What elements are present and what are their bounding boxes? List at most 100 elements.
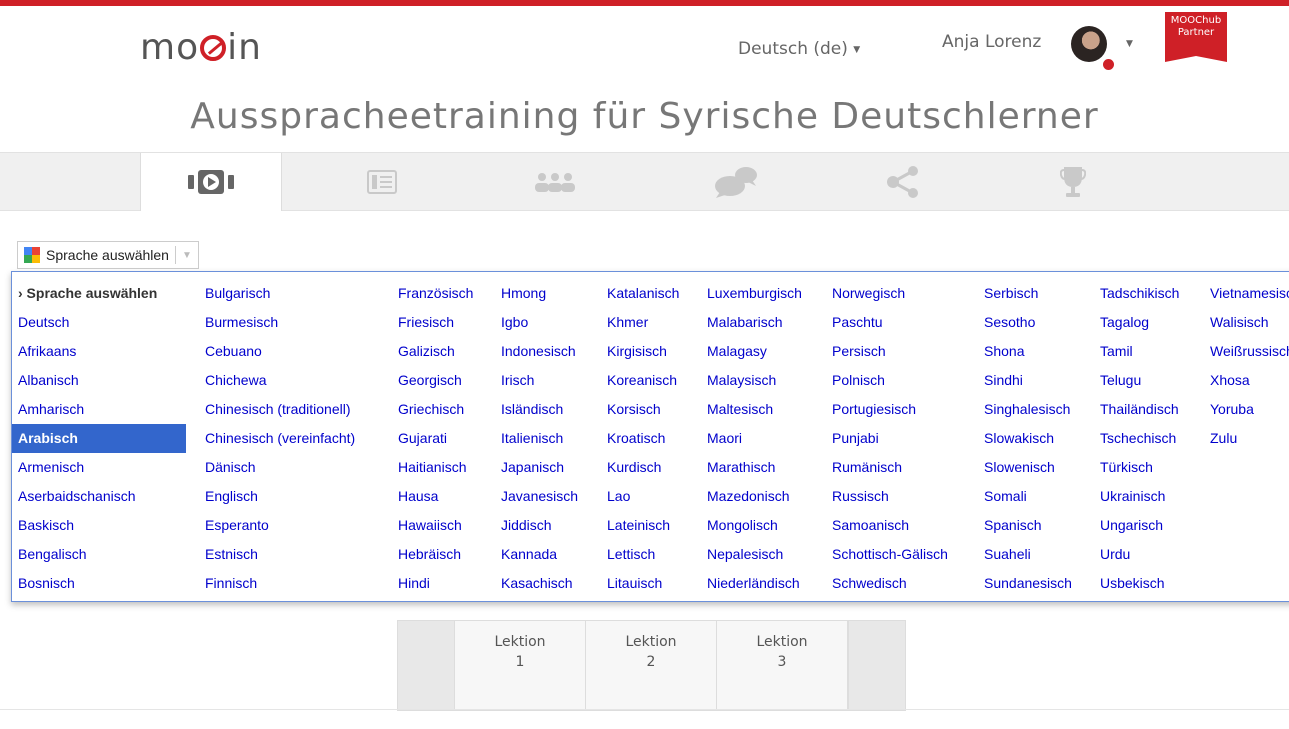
language-option[interactable]: Rumänisch bbox=[826, 453, 948, 482]
language-option[interactable]: Maori bbox=[701, 424, 802, 453]
language-option[interactable]: Nepalesisch bbox=[701, 540, 802, 569]
language-option[interactable]: Singhalesisch bbox=[978, 395, 1072, 424]
language-option[interactable]: Mazedonisch bbox=[701, 482, 802, 511]
language-option[interactable]: Malagasy bbox=[701, 337, 802, 366]
language-option[interactable]: Estnisch bbox=[199, 540, 355, 569]
language-option[interactable]: Albanisch bbox=[12, 366, 186, 395]
language-option[interactable]: Javanesisch bbox=[495, 482, 578, 511]
language-option[interactable]: Georgisch bbox=[392, 366, 473, 395]
language-option[interactable]: Koreanisch bbox=[601, 366, 679, 395]
mooin-logo[interactable]: mo in bbox=[140, 28, 262, 68]
language-option[interactable]: Cebuano bbox=[199, 337, 355, 366]
language-option[interactable]: Französisch bbox=[392, 279, 473, 308]
language-option[interactable]: Ungarisch bbox=[1094, 511, 1179, 540]
lesson-tab-2[interactable]: Lektion 2 bbox=[586, 621, 717, 710]
language-option[interactable]: Khmer bbox=[601, 308, 679, 337]
language-option[interactable]: Portugiesisch bbox=[826, 395, 948, 424]
language-option[interactable]: Sindhi bbox=[978, 366, 1072, 395]
language-option[interactable]: Paschtu bbox=[826, 308, 948, 337]
language-option[interactable]: Lettisch bbox=[601, 540, 679, 569]
google-translate-select[interactable]: Sprache auswählen ▼ bbox=[17, 241, 199, 269]
language-option[interactable]: Gujarati bbox=[392, 424, 473, 453]
language-option[interactable]: Kurdisch bbox=[601, 453, 679, 482]
language-option[interactable]: Thailändisch bbox=[1094, 395, 1179, 424]
tab-community[interactable] bbox=[485, 153, 625, 210]
language-option[interactable]: Jiddisch bbox=[495, 511, 578, 540]
language-option[interactable]: Italienisch bbox=[495, 424, 578, 453]
language-option[interactable]: Malabarisch bbox=[701, 308, 802, 337]
language-option[interactable]: Japanisch bbox=[495, 453, 578, 482]
language-option[interactable]: Tagalog bbox=[1094, 308, 1179, 337]
lesson-prev-button[interactable] bbox=[398, 621, 455, 710]
language-option[interactable]: Yoruba bbox=[1204, 395, 1289, 424]
language-option[interactable]: Bengalisch bbox=[12, 540, 186, 569]
language-option[interactable]: Indonesisch bbox=[495, 337, 578, 366]
language-option[interactable]: Tschechisch bbox=[1094, 424, 1179, 453]
language-option[interactable]: Mongolisch bbox=[701, 511, 802, 540]
tab-discussion[interactable] bbox=[666, 153, 806, 210]
language-option[interactable]: Ukrainisch bbox=[1094, 482, 1179, 511]
language-option[interactable]: Malaysisch bbox=[701, 366, 802, 395]
language-option[interactable]: Tamil bbox=[1094, 337, 1179, 366]
language-option[interactable]: Hmong bbox=[495, 279, 578, 308]
language-option[interactable]: › Sprache auswählen bbox=[12, 279, 186, 308]
language-option[interactable]: Kasachisch bbox=[495, 569, 578, 598]
language-option[interactable]: Kroatisch bbox=[601, 424, 679, 453]
language-option[interactable]: Usbekisch bbox=[1094, 569, 1179, 598]
tab-achievements[interactable] bbox=[1003, 153, 1143, 210]
language-option[interactable]: Zulu bbox=[1204, 424, 1289, 453]
user-menu-caret-icon[interactable]: ▼ bbox=[1126, 39, 1133, 49]
language-option[interactable]: Dänisch bbox=[199, 453, 355, 482]
language-option[interactable]: Sundanesisch bbox=[978, 569, 1072, 598]
language-option[interactable]: Friesisch bbox=[392, 308, 473, 337]
lesson-tab-3[interactable]: Lektion 3 bbox=[717, 621, 848, 710]
moochub-partner-badge[interactable]: MOOChub Partner bbox=[1165, 12, 1227, 62]
language-option[interactable]: Afrikaans bbox=[12, 337, 186, 366]
lesson-next-button[interactable] bbox=[848, 621, 905, 710]
language-option[interactable]: Igbo bbox=[495, 308, 578, 337]
language-option[interactable]: Schottisch-Gälisch bbox=[826, 540, 948, 569]
language-option[interactable]: Esperanto bbox=[199, 511, 355, 540]
language-option[interactable]: Telugu bbox=[1094, 366, 1179, 395]
language-option[interactable]: Polnisch bbox=[826, 366, 948, 395]
language-option[interactable]: Maltesisch bbox=[701, 395, 802, 424]
language-option[interactable]: Hebräisch bbox=[392, 540, 473, 569]
language-option[interactable]: Hawaiisch bbox=[392, 511, 473, 540]
language-option[interactable]: Chichewa bbox=[199, 366, 355, 395]
language-option[interactable]: Haitianisch bbox=[392, 453, 473, 482]
language-option[interactable]: Chinesisch (traditionell) bbox=[199, 395, 355, 424]
language-option[interactable]: Marathisch bbox=[701, 453, 802, 482]
language-selector[interactable]: Deutsch (de) ▼ bbox=[738, 39, 860, 59]
language-option[interactable]: Finnisch bbox=[199, 569, 355, 598]
language-option[interactable]: Lateinisch bbox=[601, 511, 679, 540]
language-option[interactable]: Baskisch bbox=[12, 511, 186, 540]
language-option[interactable]: Samoanisch bbox=[826, 511, 948, 540]
language-option[interactable]: Galizisch bbox=[392, 337, 473, 366]
lesson-tab-1[interactable]: Lektion 1 bbox=[455, 621, 586, 710]
language-option[interactable]: Vietnamesisch bbox=[1204, 279, 1289, 308]
language-option[interactable]: Bulgarisch bbox=[199, 279, 355, 308]
language-option[interactable]: Russisch bbox=[826, 482, 948, 511]
language-option[interactable]: Punjabi bbox=[826, 424, 948, 453]
language-option[interactable]: Griechisch bbox=[392, 395, 473, 424]
language-option[interactable]: Irisch bbox=[495, 366, 578, 395]
language-option[interactable]: Slowakisch bbox=[978, 424, 1072, 453]
language-option[interactable]: Urdu bbox=[1094, 540, 1179, 569]
language-option[interactable]: Serbisch bbox=[978, 279, 1072, 308]
language-option[interactable]: Schwedisch bbox=[826, 569, 948, 598]
language-option[interactable]: Burmesisch bbox=[199, 308, 355, 337]
language-option[interactable]: Englisch bbox=[199, 482, 355, 511]
tab-share[interactable] bbox=[833, 153, 973, 210]
language-option[interactable]: Shona bbox=[978, 337, 1072, 366]
language-option[interactable]: Arabisch bbox=[12, 424, 186, 453]
language-option[interactable]: Aserbaidschanisch bbox=[12, 482, 186, 511]
language-option[interactable]: Amharisch bbox=[12, 395, 186, 424]
language-option[interactable]: Armenisch bbox=[12, 453, 186, 482]
language-option[interactable]: Chinesisch (vereinfacht) bbox=[199, 424, 355, 453]
language-option[interactable]: Niederländisch bbox=[701, 569, 802, 598]
language-option[interactable]: Persisch bbox=[826, 337, 948, 366]
language-option[interactable]: Xhosa bbox=[1204, 366, 1289, 395]
language-option[interactable]: Tadschikisch bbox=[1094, 279, 1179, 308]
language-option[interactable]: Litauisch bbox=[601, 569, 679, 598]
avatar[interactable] bbox=[1071, 26, 1107, 62]
